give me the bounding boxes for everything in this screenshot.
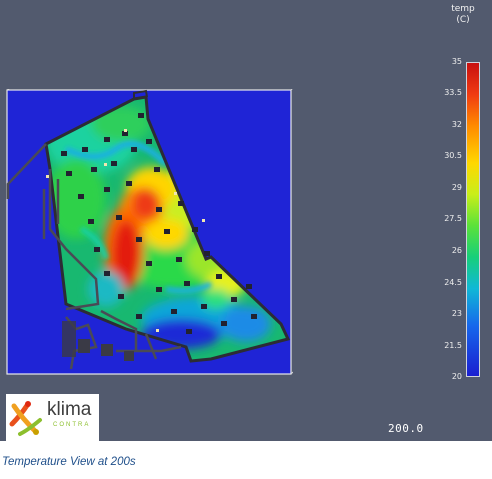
legend-title-line: temp xyxy=(451,4,475,14)
legend-title: temp (C) xyxy=(446,4,480,26)
legend-tick: 29 xyxy=(451,183,462,192)
legend-tick: 27.5 xyxy=(444,214,462,223)
klima-contra-logo: klima CONTRA xyxy=(6,394,99,441)
logo-text: klima xyxy=(47,399,92,420)
legend-tick: 35 xyxy=(451,57,462,66)
render-viewport[interactable]: temp (C) 35 33.5 32 30.5 29 27.5 26 24.5… xyxy=(0,0,492,441)
legend-tick: 32 xyxy=(451,120,462,129)
logo-mark-icon xyxy=(9,401,42,436)
legend-tick: 24.5 xyxy=(444,278,462,287)
temperature-plot[interactable] xyxy=(6,89,293,377)
legend-tick: 21.5 xyxy=(444,341,462,350)
color-scale-bar xyxy=(466,62,480,377)
legend-unit: (C) xyxy=(456,15,470,25)
legend-tick: 26 xyxy=(451,246,462,255)
figure-caption: Temperature View at 200s xyxy=(2,456,136,468)
legend-tick: 33.5 xyxy=(444,88,462,97)
legend-tick: 23 xyxy=(451,309,462,318)
time-readout: 200.0 xyxy=(388,422,424,435)
logo-subtext: CONTRA xyxy=(53,422,91,428)
legend-tick: 20 xyxy=(451,372,462,381)
legend-tick: 30.5 xyxy=(444,151,462,160)
